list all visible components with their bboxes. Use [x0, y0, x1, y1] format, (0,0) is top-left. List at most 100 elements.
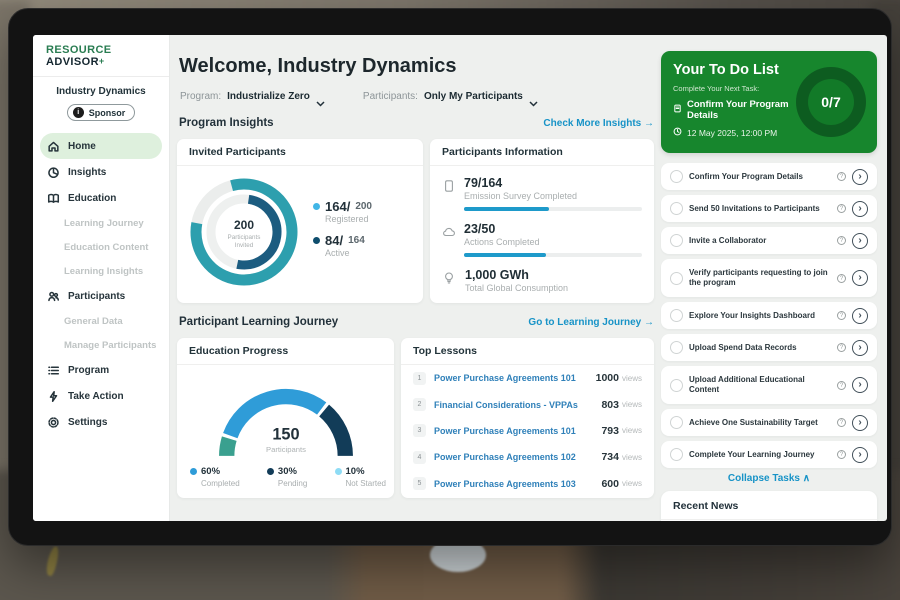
info-icon[interactable]: ? — [837, 236, 846, 245]
lesson-link[interactable]: Power Purchase Agreements 103 — [434, 479, 601, 489]
checkbox[interactable] — [670, 309, 683, 322]
progress-fill — [464, 253, 546, 257]
todo-item[interactable]: Upload Additional Educational Content ? … — [661, 366, 877, 404]
recent-news-card: Recent News — [661, 491, 877, 521]
gauge-legend: 60% Completed 30% Pending 10% Not Starte… — [190, 466, 386, 488]
todo-item[interactable]: Invite a Collaborator ? › — [661, 227, 877, 254]
monitor-bezel: RESOURCE ADVISOR+ Industry Dynamics i Sp… — [8, 8, 892, 546]
collapse-tasks-link[interactable]: Collapse Tasks ∧ — [661, 473, 877, 484]
checkbox[interactable] — [670, 341, 683, 354]
legend-dot — [267, 468, 274, 475]
checkbox[interactable] — [670, 170, 683, 183]
sidebar-item-general-data[interactable]: General Data — [33, 309, 169, 333]
sidebar-item-home[interactable]: Home — [40, 133, 162, 159]
program-dropdown[interactable]: Program: Industrialize Zero — [180, 91, 325, 102]
checkbox[interactable] — [670, 379, 683, 392]
lesson-row: 2 Financial Considerations - VPPAs 803vi… — [401, 391, 654, 417]
home-icon — [47, 140, 60, 153]
sidebar-item-manage-participants[interactable]: Manage Participants — [33, 333, 169, 357]
sidebar-item-label: Learning Journey — [64, 218, 144, 229]
card-title: Invited Participants — [177, 139, 423, 166]
top-lessons-card: Top Lessons 1 Power Purchase Agreements … — [401, 338, 654, 498]
rank-badge: 3 — [413, 424, 426, 437]
sidebar-item-learning-journey[interactable]: Learning Journey — [33, 211, 169, 235]
chevron-right-icon[interactable]: › — [852, 415, 868, 431]
legend-dot — [190, 468, 197, 475]
legend-completed: 60% Completed — [190, 466, 240, 488]
lesson-link[interactable]: Power Purchase Agreements 101 — [434, 426, 601, 436]
chevron-right-icon[interactable]: › — [852, 169, 868, 185]
next-task: Confirm Your Program Details — [673, 99, 805, 121]
info-icon[interactable]: ? — [837, 450, 846, 459]
section-title: Participant Learning Journey — [179, 316, 338, 328]
sidebar-item-participants[interactable]: Participants — [33, 283, 169, 309]
sponsor-badge[interactable]: i Sponsor — [67, 104, 136, 121]
recent-news-title: Recent News — [661, 491, 877, 520]
sidebar-item-settings[interactable]: Settings — [33, 409, 169, 435]
checkbox[interactable] — [670, 202, 683, 215]
logo-plus: + — [99, 56, 105, 66]
info-icon[interactable]: ? — [837, 204, 846, 213]
todo-item[interactable]: Achieve One Sustainability Target ? › — [661, 409, 877, 436]
go-to-learning-journey-link[interactable]: Go to Learning Journey → — [528, 317, 654, 328]
info-icon[interactable]: ? — [837, 172, 846, 181]
rank-badge: 1 — [413, 372, 426, 385]
sidebar-nav: Home Insights Education Learning Journey… — [33, 133, 169, 435]
gear-icon — [47, 416, 60, 429]
education-gauge-chart: 150 Participants — [201, 370, 371, 462]
participants-information-card: Participants Information 79/164 Emission… — [430, 139, 654, 303]
chevron-down-icon — [529, 94, 538, 100]
checkbox[interactable] — [670, 272, 683, 285]
program-label: Program: — [180, 91, 221, 102]
progress-fill — [464, 207, 549, 211]
sidebar-item-label: General Data — [64, 316, 123, 327]
info-icon[interactable]: ? — [837, 274, 846, 283]
checkbox[interactable] — [670, 448, 683, 461]
checkbox[interactable] — [670, 416, 683, 429]
chevron-right-icon[interactable]: › — [852, 447, 868, 463]
sidebar-item-label: Participants — [68, 291, 125, 302]
sidebar-item-label: Program — [68, 365, 109, 376]
chevron-right-icon[interactable]: › — [852, 377, 868, 393]
sidebar-item-program[interactable]: Program — [33, 357, 169, 383]
lesson-link[interactable]: Financial Considerations - VPPAs — [434, 400, 601, 410]
sidebar-item-insights[interactable]: Insights — [33, 159, 169, 185]
education-progress-card: Education Progress 150 Participants 60% … — [177, 338, 394, 498]
sidebar-item-label: Take Action — [68, 391, 124, 402]
legend-not-started: 10% Not Started — [335, 466, 386, 488]
sidebar-item-education[interactable]: Education — [33, 185, 169, 211]
lesson-link[interactable]: Power Purchase Agreements 102 — [434, 452, 601, 462]
info-icon[interactable]: ? — [837, 311, 846, 320]
todo-item[interactable]: Send 50 Invitations to Participants ? › — [661, 195, 877, 222]
logo-secondary: ADVISOR — [46, 56, 99, 68]
people-icon — [47, 290, 60, 303]
chevron-right-icon[interactable]: › — [852, 270, 868, 286]
sidebar-item-take-action[interactable]: Take Action — [33, 383, 169, 409]
chevron-right-icon[interactable]: › — [852, 201, 868, 217]
info-icon[interactable]: ? — [837, 418, 846, 427]
rank-badge: 2 — [413, 398, 426, 411]
info-icon[interactable]: ? — [837, 381, 846, 390]
sidebar-item-learning-insights[interactable]: Learning Insights — [33, 259, 169, 283]
info-icon[interactable]: ? — [837, 343, 846, 352]
todo-item[interactable]: Verify participants requesting to join t… — [661, 259, 877, 297]
sidebar-item-education-content[interactable]: Education Content — [33, 235, 169, 259]
checkbox[interactable] — [670, 234, 683, 247]
chevron-right-icon[interactable]: › — [852, 233, 868, 249]
todo-item[interactable]: Upload Spend Data Records ? › — [661, 334, 877, 361]
todo-item[interactable]: Confirm Your Program Details ? › — [661, 163, 877, 190]
todo-item[interactable]: Explore Your Insights Dashboard ? › — [661, 302, 877, 329]
participants-dropdown[interactable]: Participants: Only My Participants — [363, 91, 538, 102]
sidebar-item-label: Insights — [68, 167, 106, 178]
photo-stage: RESOURCE ADVISOR+ Industry Dynamics i Sp… — [0, 0, 900, 600]
lesson-link[interactable]: Power Purchase Agreements 101 — [434, 373, 596, 383]
legend-dot — [313, 203, 320, 210]
check-more-insights-link[interactable]: Check More Insights → — [543, 118, 654, 129]
chevron-right-icon[interactable]: › — [852, 340, 868, 356]
insights-icon — [47, 166, 60, 179]
chevron-right-icon[interactable]: › — [852, 308, 868, 324]
sidebar-item-label: Learning Insights — [64, 266, 143, 277]
sidebar-item-label: Education — [68, 193, 116, 204]
todo-panel: Your To Do List Complete Your Next Task:… — [661, 35, 877, 521]
todo-item[interactable]: Complete Your Learning Journey ? › — [661, 441, 877, 468]
